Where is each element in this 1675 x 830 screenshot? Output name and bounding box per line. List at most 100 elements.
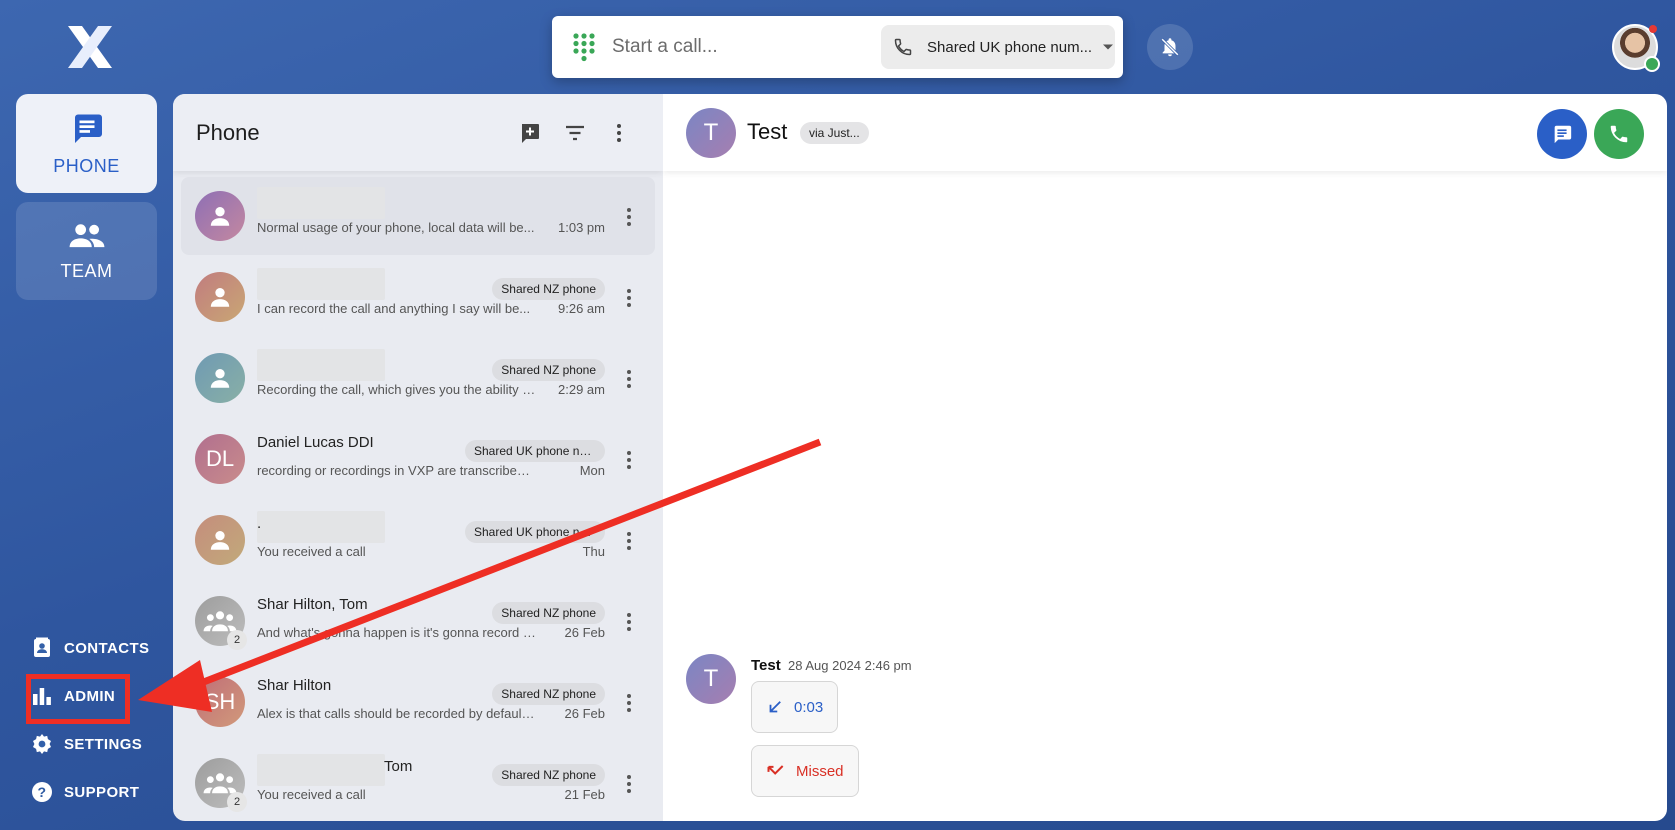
participant-count-badge: 2 bbox=[227, 792, 247, 812]
call-button[interactable] bbox=[1594, 109, 1644, 159]
contact-name: Daniel Lucas DDI bbox=[257, 434, 374, 451]
send-message-button[interactable] bbox=[1537, 109, 1587, 159]
call-record-missed[interactable]: Missed bbox=[751, 745, 859, 797]
incoming-call-icon bbox=[769, 701, 781, 713]
person-icon bbox=[210, 531, 230, 550]
conversation-row[interactable]: Shared NZ phone I can record the call and… bbox=[181, 258, 655, 336]
avatar: DL bbox=[195, 434, 245, 484]
call-bar: Shared UK phone num... bbox=[552, 16, 1123, 78]
message-preview: You received a call bbox=[257, 787, 366, 802]
message-icon bbox=[1554, 125, 1572, 144]
redacted-name bbox=[257, 511, 385, 543]
more-vert-icon[interactable] bbox=[607, 121, 631, 145]
avatar: SH bbox=[195, 677, 245, 727]
person-icon bbox=[210, 207, 230, 226]
avatar bbox=[195, 191, 245, 241]
new-message-icon[interactable] bbox=[518, 121, 542, 145]
message-time: 26 Feb bbox=[564, 625, 605, 640]
conversation-list-panel: Phone Normal usage of your phone, local … bbox=[173, 94, 663, 821]
nav-phone-label: PHONE bbox=[53, 156, 120, 176]
more-vert-icon[interactable] bbox=[619, 205, 639, 229]
more-vert-icon[interactable] bbox=[619, 286, 639, 310]
message-time: 1:03 pm bbox=[558, 220, 605, 235]
nav-settings-label: SETTINGS bbox=[64, 735, 143, 753]
conversation-row[interactable]: Normal usage of your phone, local data w… bbox=[181, 177, 655, 255]
person-icon bbox=[210, 288, 230, 307]
bell-off-icon bbox=[1161, 38, 1179, 57]
more-vert-icon[interactable] bbox=[619, 529, 639, 553]
more-vert-icon[interactable] bbox=[619, 367, 639, 391]
conversation-row[interactable]: 2 Shar Hilton, Tom Shared NZ phone And what… bbox=[181, 582, 655, 660]
notifications-off-button[interactable] bbox=[1147, 24, 1193, 70]
conversation-row[interactable]: DL Daniel Lucas DDI Shared UK phone nu... r… bbox=[181, 420, 655, 498]
person-icon bbox=[210, 369, 230, 388]
admin-highlight-box bbox=[26, 674, 130, 724]
contacts-icon bbox=[34, 637, 50, 657]
caller-number-label: Shared UK phone num... bbox=[927, 38, 1093, 56]
redacted-name bbox=[257, 268, 385, 300]
message-preview: Recording the call, which gives you the … bbox=[257, 382, 537, 397]
via-chip[interactable]: via Just... bbox=[800, 122, 869, 144]
line-chip: Shared UK phone nu... bbox=[465, 440, 605, 462]
avatar-initials: DL bbox=[205, 446, 235, 471]
message-time: 21 Feb bbox=[564, 787, 605, 802]
conversation-row[interactable]: SH Shar Hilton Shared NZ phone Alex is that… bbox=[181, 663, 655, 741]
redacted-name bbox=[257, 187, 385, 219]
conversation-panel: T Test via Just... T Test 28 Aug 2024 2:… bbox=[663, 94, 1667, 821]
contact-name: Tom bbox=[384, 758, 413, 775]
contact-name: . bbox=[257, 515, 262, 532]
nav-support[interactable]: ? SUPPORT bbox=[30, 780, 139, 804]
redacted-name bbox=[257, 349, 385, 381]
phone-icon bbox=[1610, 125, 1628, 143]
line-chip: Shared NZ phone bbox=[492, 602, 605, 624]
nav-settings[interactable]: SETTINGS bbox=[30, 732, 142, 756]
list-title: Phone bbox=[196, 119, 260, 145]
conversation-row[interactable]: . Shared UK phone nu... You received a cal… bbox=[181, 501, 655, 579]
notification-dot bbox=[1649, 25, 1657, 33]
line-chip: Shared NZ phone bbox=[492, 359, 605, 381]
nav-team-label: TEAM bbox=[60, 260, 113, 281]
line-chip: Shared NZ phone bbox=[492, 683, 605, 705]
list-header: Phone bbox=[173, 94, 663, 171]
redacted-name bbox=[257, 754, 385, 786]
call-record-answered[interactable]: 0:03 bbox=[751, 681, 839, 733]
contact-name: Shar Hilton bbox=[257, 677, 332, 694]
message-preview: And what's gonna happen is it's gonna re… bbox=[257, 625, 537, 640]
message-time: 26 Feb bbox=[564, 706, 605, 721]
message-time: 2:29 am bbox=[558, 382, 605, 397]
nav-contacts-label: CONTACTS bbox=[64, 639, 150, 657]
conversation-row[interactable]: Shared NZ phone Recording the call, which… bbox=[181, 339, 655, 417]
help-icon: ? bbox=[32, 782, 52, 802]
more-vert-icon[interactable] bbox=[619, 448, 639, 472]
nav-support-label: SUPPORT bbox=[64, 783, 140, 801]
message-icon bbox=[74, 114, 102, 143]
avatar-initials: SH bbox=[204, 689, 236, 714]
nav-phone[interactable]: PHONE bbox=[16, 94, 157, 193]
more-vert-icon[interactable] bbox=[619, 610, 639, 634]
caret-down-icon bbox=[1103, 44, 1114, 50]
message-timestamp: 28 Aug 2024 2:46 pm bbox=[788, 658, 912, 673]
user-avatar[interactable] bbox=[1612, 24, 1660, 72]
more-vert-icon[interactable] bbox=[619, 691, 639, 715]
gear-icon bbox=[33, 734, 51, 754]
missed-call-label: Missed bbox=[796, 762, 844, 780]
conversation-row[interactable]: 2 Tom Shared NZ phone You received a call 21… bbox=[181, 744, 655, 821]
conversation-title: Test bbox=[747, 119, 788, 144]
avatar bbox=[195, 515, 245, 565]
message-preview: I can record the call and anything I say… bbox=[257, 301, 531, 316]
filter-icon[interactable] bbox=[563, 121, 587, 145]
message-time: Mon bbox=[579, 463, 605, 478]
nav-team[interactable]: TEAM bbox=[16, 202, 157, 300]
more-vert-icon[interactable] bbox=[619, 772, 639, 796]
message-avatar: T bbox=[686, 654, 736, 704]
phone-icon bbox=[894, 38, 912, 56]
participant-count-badge: 2 bbox=[227, 630, 247, 650]
caller-number-select[interactable]: Shared UK phone num... bbox=[881, 25, 1115, 69]
message-preview: Alex is that calls should be recorded by… bbox=[257, 706, 537, 721]
nav-contacts[interactable]: CONTACTS bbox=[30, 636, 149, 660]
line-chip: Shared NZ phone bbox=[492, 764, 605, 786]
message-preview: You received a call bbox=[257, 544, 366, 559]
start-call-input[interactable] bbox=[612, 36, 862, 58]
message-time: 9:26 am bbox=[558, 301, 605, 316]
dialpad-icon[interactable] bbox=[572, 32, 596, 62]
